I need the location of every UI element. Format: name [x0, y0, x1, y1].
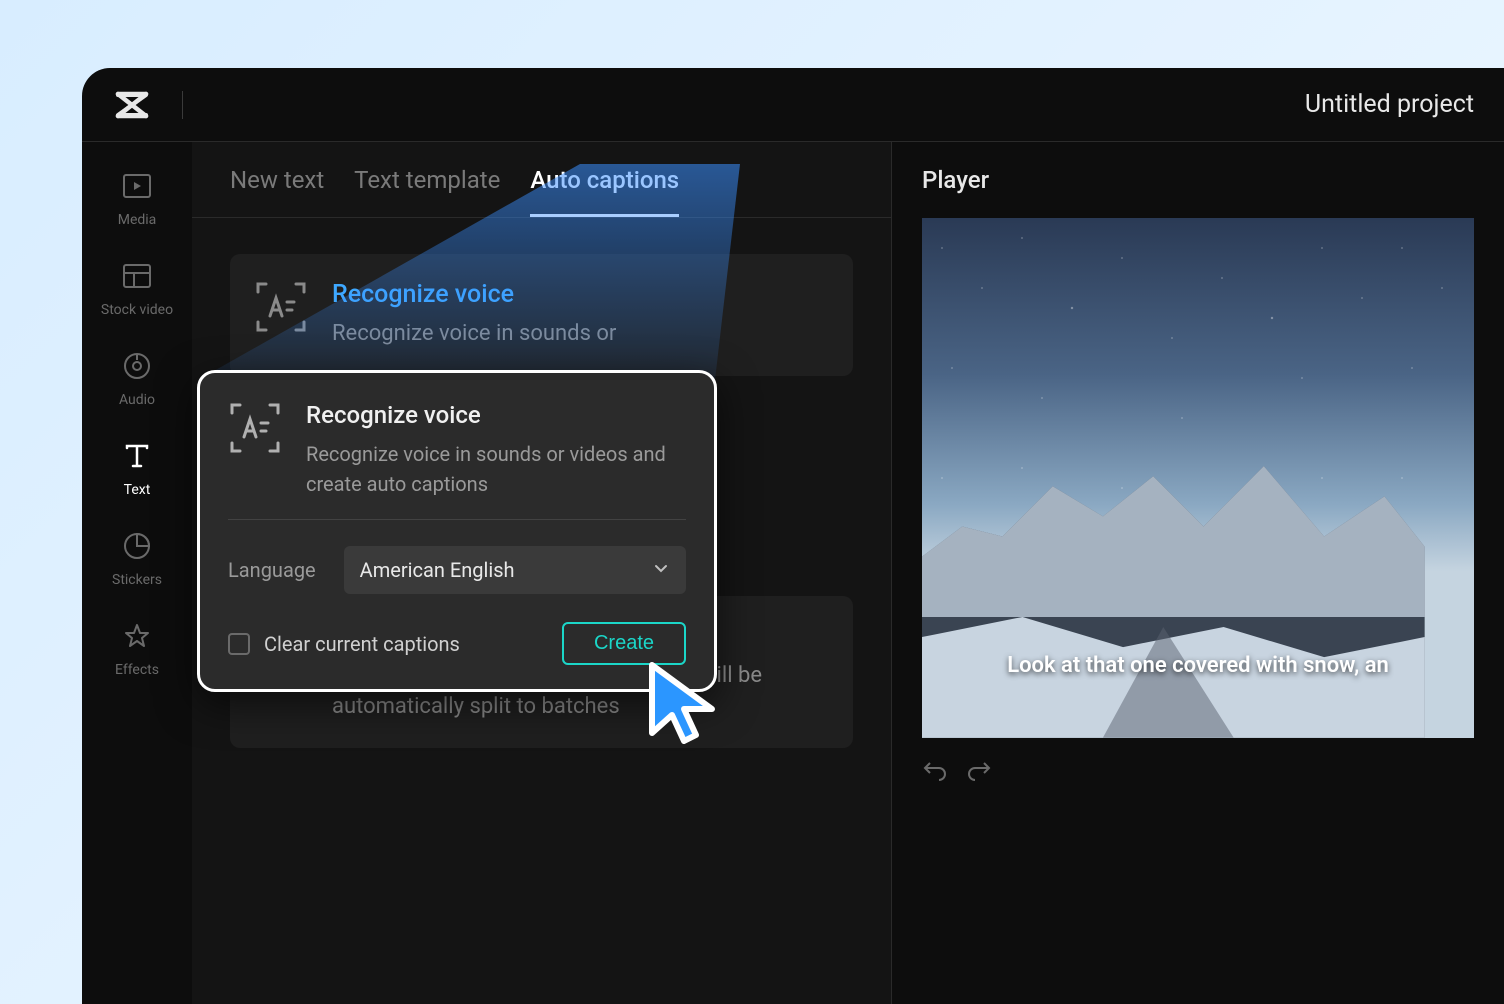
- chevron-down-icon: [652, 558, 670, 582]
- language-value: American English: [360, 558, 515, 582]
- player-panel: Player Look at that one covered with sno…: [892, 142, 1504, 1004]
- tab-text-template[interactable]: Text template: [354, 166, 500, 217]
- popover-title: Recognize voice: [306, 401, 686, 429]
- tab-auto-captions[interactable]: Auto captions: [530, 166, 679, 217]
- auto-caption-icon: [228, 401, 282, 455]
- project-title: Untitled project: [1305, 90, 1474, 119]
- player-label: Player: [922, 166, 1474, 194]
- titlebar: Untitled project: [82, 68, 1504, 142]
- card-title: Recognize voice: [332, 280, 616, 309]
- sidebar-label: Stock video: [101, 302, 173, 318]
- sidebar-item-effects[interactable]: Effects: [115, 620, 159, 678]
- player-preview[interactable]: Look at that one covered with snow, an: [922, 218, 1474, 738]
- redo-icon[interactable]: [966, 757, 992, 787]
- sidebar-item-stock-video[interactable]: Stock video: [101, 260, 173, 318]
- effects-icon: [121, 620, 153, 652]
- cursor-pointer-icon: [640, 655, 730, 759]
- undo-icon[interactable]: [922, 757, 948, 787]
- language-select[interactable]: American English: [344, 546, 686, 594]
- recognize-voice-popover: Recognize voice Recognize voice in sound…: [197, 370, 717, 692]
- sidebar-label: Stickers: [112, 572, 162, 588]
- text-icon: [121, 440, 153, 472]
- recognize-voice-card[interactable]: Recognize voice Recognize voice in sound…: [230, 254, 853, 376]
- sidebar-label: Audio: [119, 392, 155, 408]
- titlebar-divider: [182, 91, 183, 119]
- sidebar-item-text[interactable]: Text: [121, 440, 153, 498]
- clear-captions-checkbox[interactable]: [228, 633, 250, 655]
- audio-icon: [121, 350, 153, 382]
- sidebar-item-media[interactable]: Media: [118, 170, 157, 228]
- sidebar: Media Stock video Audio Text: [82, 142, 192, 1004]
- sidebar-label: Text: [124, 482, 151, 498]
- stickers-icon: [121, 530, 153, 562]
- sidebar-label: Effects: [115, 662, 159, 678]
- player-controls: [922, 756, 1474, 788]
- sidebar-item-audio[interactable]: Audio: [119, 350, 155, 408]
- sidebar-item-stickers[interactable]: Stickers: [112, 530, 162, 588]
- tab-new-text[interactable]: New text: [230, 166, 324, 217]
- popover-desc: Recognize voice in sounds or videos and …: [306, 439, 686, 499]
- sidebar-label: Media: [118, 212, 157, 228]
- media-icon: [121, 170, 153, 202]
- tabs: New text Text template Auto captions: [192, 142, 891, 218]
- auto-caption-icon: [254, 280, 308, 334]
- stock-video-icon: [121, 260, 153, 292]
- caption-text: Look at that one covered with snow, an: [922, 653, 1474, 678]
- language-label: Language: [228, 558, 316, 582]
- clear-captions-label: Clear current captions: [264, 632, 460, 656]
- card-desc: Recognize voice in sounds or: [332, 319, 616, 350]
- app-logo-icon: [112, 85, 152, 125]
